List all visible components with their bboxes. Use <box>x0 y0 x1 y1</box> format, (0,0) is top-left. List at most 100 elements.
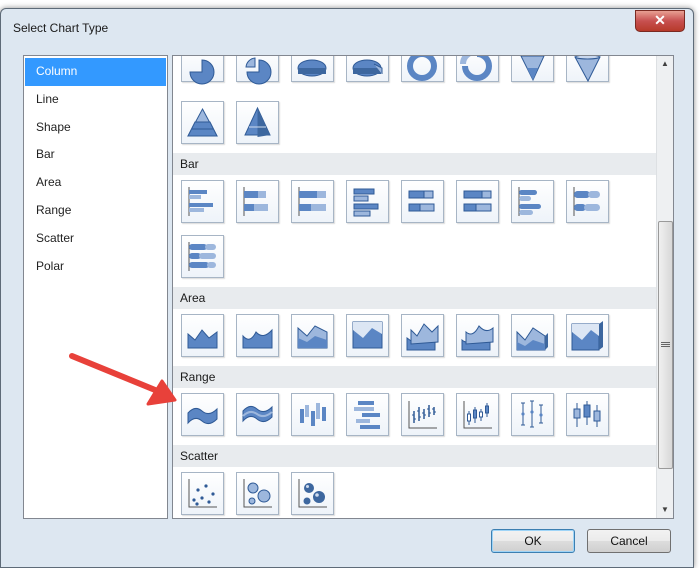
3d-stacked-bar-icon <box>408 190 435 212</box>
ok-button[interactable]: OK <box>491 529 575 553</box>
category-item-polar[interactable]: Polar <box>24 253 167 281</box>
exploded-doughnut-chart-tile[interactable] <box>456 56 499 82</box>
stacked-area-chart-tile[interactable] <box>291 314 334 357</box>
3d-stacked-area-chart-icon <box>516 327 548 351</box>
3d-100-stacked-bar-tile[interactable] <box>456 180 499 223</box>
clustered-bar-tile[interactable] <box>181 180 224 223</box>
error-bar-chart-icon <box>521 400 543 428</box>
3d-exploded-pie-chart-tile[interactable] <box>346 56 389 82</box>
3d-smooth-area-chart-tile[interactable] <box>456 314 499 357</box>
3d-clustered-bar-tile[interactable] <box>346 180 389 223</box>
section-header-area: Area <box>173 287 656 309</box>
stacked-cylinder-bar-icon <box>573 187 600 216</box>
dialog-title: Select Chart Type <box>13 21 109 35</box>
category-item-column[interactable]: Column <box>25 58 166 86</box>
100-stacked-bar-tile[interactable] <box>291 180 334 223</box>
area-chart-tile[interactable] <box>181 314 224 357</box>
3d-exploded-pie-chart-icon <box>352 59 383 77</box>
scroll-down-arrow-icon[interactable]: ▼ <box>657 502 673 518</box>
doughnut-chart-tile[interactable] <box>401 56 444 82</box>
clustered-cylinder-bar-icon <box>518 187 541 216</box>
3d-100-stacked-bar-icon <box>463 190 492 212</box>
pie-chart-icon <box>189 59 215 85</box>
3d-pyramid-chart-icon <box>244 106 271 137</box>
box-plot-chart-icon <box>573 401 601 427</box>
3d-smooth-area-chart-icon <box>461 325 494 351</box>
3d-area-chart-icon <box>406 323 439 351</box>
smooth-area-chart-icon <box>242 328 273 349</box>
category-item-line[interactable]: Line <box>24 86 167 114</box>
stacked-bar-tile[interactable] <box>236 180 279 223</box>
100-stacked-area-chart-tile[interactable] <box>346 314 389 357</box>
exploded-pie-chart-icon <box>245 57 272 85</box>
candlestick-chart-icon <box>463 401 492 429</box>
3d-stacked-area-chart-tile[interactable] <box>511 314 554 357</box>
scroll-up-arrow-icon[interactable]: ▲ <box>657 56 673 72</box>
3d-funnel-chart-icon <box>574 56 601 83</box>
3d-pie-chart-icon <box>297 59 327 77</box>
clustered-bar-icon <box>188 187 213 216</box>
error-bar-chart-tile[interactable] <box>511 393 554 436</box>
scroll-thumb[interactable] <box>658 221 673 469</box>
bubble-chart-tile[interactable] <box>236 472 279 515</box>
funnel-chart-icon <box>520 56 545 82</box>
3d-stacked-bar-tile[interactable] <box>401 180 444 223</box>
candlestick-chart-tile[interactable] <box>456 393 499 436</box>
range-column-chart-tile[interactable] <box>291 393 334 436</box>
smooth-range-area-chart-icon <box>242 405 273 423</box>
exploded-pie-chart-tile[interactable] <box>236 56 279 85</box>
3d-100-stacked-area-chart-icon <box>571 321 603 351</box>
category-item-shape[interactable]: Shape <box>24 114 167 142</box>
3d-bubble-chart-tile[interactable] <box>291 472 334 515</box>
chart-type-gallery[interactable]: Bar Area Range Scatter ▲ ▼ <box>172 55 674 519</box>
gallery-scrollbar[interactable]: ▲ ▼ <box>656 56 673 518</box>
section-header-scatter: Scatter <box>173 445 656 467</box>
100-stacked-bar-icon <box>298 187 326 216</box>
box-plot-chart-tile[interactable] <box>566 393 609 436</box>
category-item-range[interactable]: Range <box>24 197 167 225</box>
pie-chart-tile[interactable] <box>181 56 224 85</box>
category-item-bar[interactable]: Bar <box>24 141 167 169</box>
range-column-chart-icon <box>300 403 326 426</box>
3d-100-stacked-area-chart-tile[interactable] <box>566 314 609 357</box>
smooth-range-area-chart-tile[interactable] <box>236 393 279 436</box>
range-bar-chart-icon <box>354 401 380 429</box>
title-bar[interactable]: Select Chart Type ✕ <box>1 9 693 41</box>
close-button[interactable]: ✕ <box>635 10 685 32</box>
exploded-doughnut-chart-icon <box>460 56 492 81</box>
scatter-chart-icon <box>188 479 217 508</box>
close-icon: ✕ <box>654 12 666 28</box>
3d-area-chart-tile[interactable] <box>401 314 444 357</box>
cancel-button[interactable]: Cancel <box>587 529 671 553</box>
funnel-chart-tile[interactable] <box>511 56 554 82</box>
stacked-cylinder-bar-tile[interactable] <box>566 180 609 223</box>
category-item-area[interactable]: Area <box>24 169 167 197</box>
chart-category-list[interactable]: Column Line Shape Bar Area Range Scatter… <box>23 55 168 519</box>
select-chart-type-dialog: Select Chart Type ✕ Column Line Shape Ba… <box>0 8 694 568</box>
3d-pyramid-chart-tile[interactable] <box>236 101 279 144</box>
category-item-scatter[interactable]: Scatter <box>24 225 167 253</box>
section-header-bar: Bar <box>173 153 656 175</box>
stacked-area-chart-icon <box>297 325 328 349</box>
stock-chart-tile[interactable] <box>401 393 444 436</box>
smooth-area-chart-tile[interactable] <box>236 314 279 357</box>
3d-funnel-chart-tile[interactable] <box>566 56 609 83</box>
grip-line <box>661 342 670 343</box>
scatter-chart-tile[interactable] <box>181 472 224 515</box>
3d-bubble-chart-icon <box>298 479 327 508</box>
range-bar-chart-tile[interactable] <box>346 393 389 436</box>
pyramid-chart-tile[interactable] <box>181 101 224 144</box>
stock-chart-icon <box>408 401 437 429</box>
bubble-chart-icon <box>243 479 272 508</box>
range-area-chart-tile[interactable] <box>181 393 224 436</box>
3d-pie-chart-tile[interactable] <box>291 56 334 82</box>
pyramid-chart-icon <box>187 107 218 137</box>
section-header-range: Range <box>173 366 656 388</box>
100-stacked-area-chart-icon <box>352 321 383 349</box>
100-stacked-cylinder-bar-tile[interactable] <box>181 235 224 278</box>
100-stacked-cylinder-bar-icon <box>188 242 216 271</box>
3d-clustered-bar-icon <box>353 188 379 217</box>
grip-line <box>661 344 670 345</box>
clustered-cylinder-bar-tile[interactable] <box>511 180 554 223</box>
area-chart-icon <box>187 329 218 349</box>
